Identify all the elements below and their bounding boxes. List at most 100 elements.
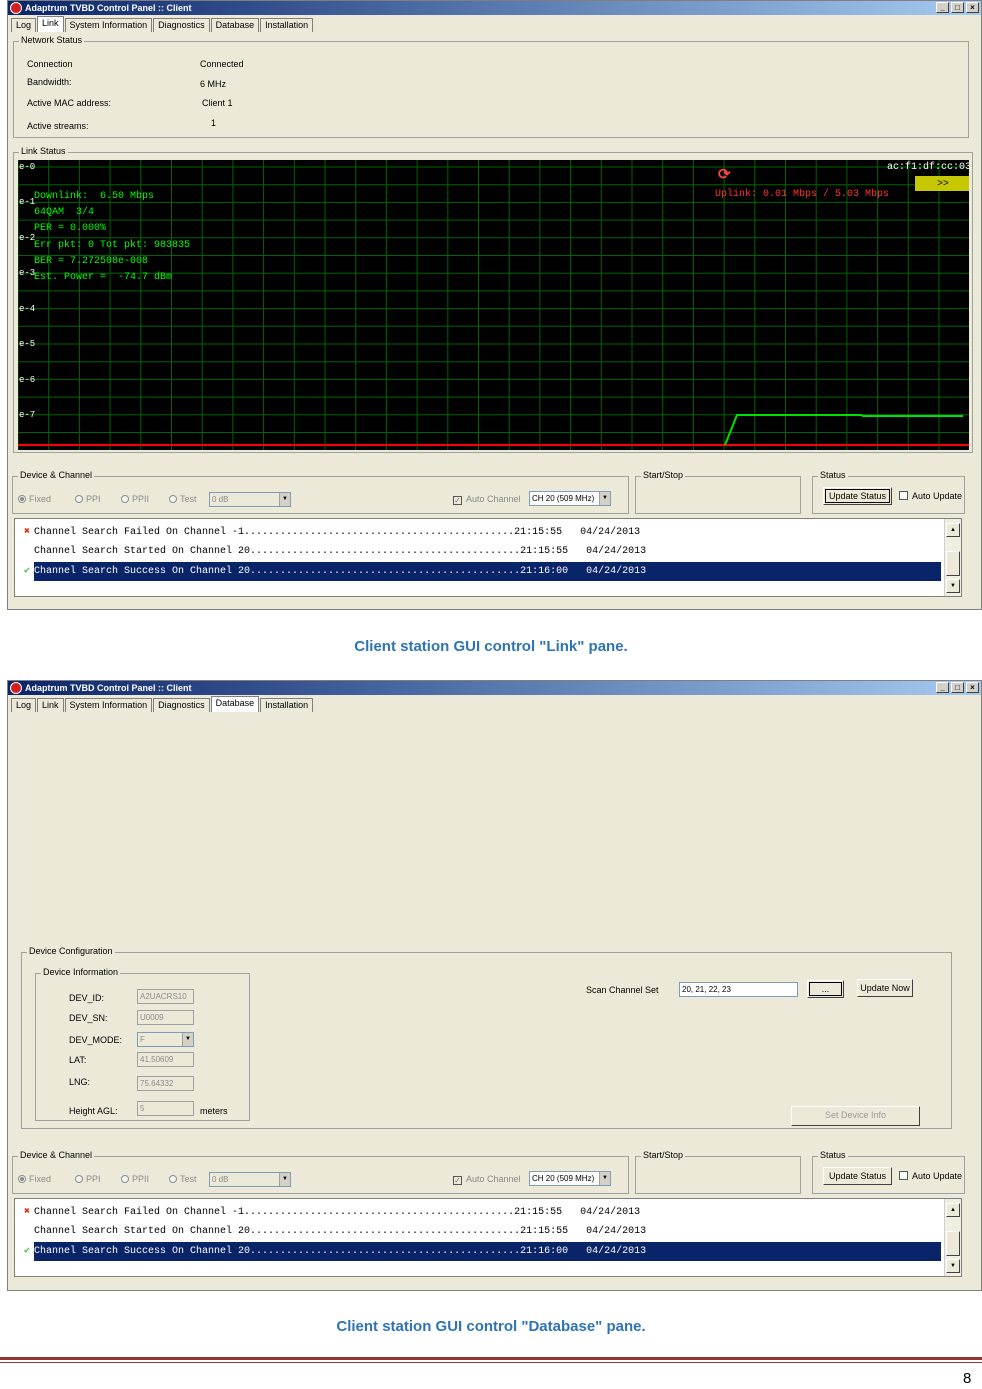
mac-readout: ac:f1:df:cc:03:63 bbox=[887, 162, 969, 173]
minimize-button[interactable]: _ bbox=[936, 682, 949, 693]
dev-mode-value: F bbox=[140, 1035, 145, 1044]
test-level-value: 0 dB bbox=[212, 495, 229, 504]
tab-database[interactable]: Database bbox=[210, 18, 260, 32]
log-row[interactable]: Channel Search Started On Channel 20....… bbox=[20, 542, 941, 561]
link-pane-caption: Client station GUI control "Link" pane. bbox=[354, 638, 628, 655]
tab-database[interactable]: Database bbox=[210, 696, 260, 712]
auto-channel-check: ✓ bbox=[453, 496, 462, 505]
dev-sn-field[interactable]: U0009 bbox=[137, 1010, 194, 1025]
tab-system-information[interactable]: System Information bbox=[64, 18, 153, 32]
mac-address-value: Client 1 bbox=[202, 98, 233, 108]
radio-ppi[interactable]: PPI bbox=[75, 494, 101, 504]
auto-update-checkbox[interactable]: Auto Update bbox=[899, 1171, 962, 1181]
radio-fixed[interactable]: Fixed bbox=[18, 1174, 51, 1184]
tab-log[interactable]: Log bbox=[11, 18, 37, 32]
channel-value: CH 20 (509 MHz) bbox=[532, 1174, 595, 1183]
minimize-button[interactable]: _ bbox=[936, 2, 949, 13]
tab-diagnostics[interactable]: Diagnostics bbox=[153, 698, 210, 712]
log-scrollbar[interactable]: ▲ ▼ bbox=[944, 1199, 961, 1276]
test-level-select[interactable]: 0 dB ▼ bbox=[209, 492, 291, 507]
log-row[interactable]: Channel Search Started On Channel 20....… bbox=[20, 1222, 941, 1241]
radio-ppii-label: PPII bbox=[132, 494, 150, 504]
scroll-down-icon[interactable]: ▼ bbox=[946, 579, 960, 593]
radio-fixed[interactable]: Fixed bbox=[18, 494, 51, 504]
tab-link[interactable]: Link bbox=[37, 16, 64, 32]
device-information-group: Device Information DEV_ID: A2UACRS10 DEV… bbox=[35, 967, 250, 1121]
lng-field[interactable]: 75.64332 bbox=[137, 1076, 194, 1091]
auto-update-checkbox[interactable]: Auto Update bbox=[899, 491, 962, 501]
y-tick: e-0 bbox=[19, 162, 36, 172]
window-title: Adaptrum TVBD Control Panel :: Client bbox=[25, 3, 192, 13]
device-channel-legend: Device & Channel bbox=[18, 470, 95, 480]
tab-installation[interactable]: Installation bbox=[260, 698, 314, 712]
auto-channel-checkbox[interactable]: ✓ Auto Channel bbox=[453, 1174, 521, 1185]
log-row[interactable]: ✖ Channel Search Failed On Channel -1....… bbox=[20, 1203, 941, 1222]
maximize-button[interactable]: □ bbox=[951, 682, 964, 693]
close-button[interactable]: × bbox=[966, 682, 979, 693]
update-status-button[interactable]: Update Status bbox=[823, 487, 892, 505]
lat-label: LAT: bbox=[69, 1055, 87, 1065]
height-agl-field[interactable]: 5 bbox=[137, 1101, 194, 1116]
update-now-button[interactable]: Update Now bbox=[857, 979, 913, 997]
lat-field[interactable]: 41.50609 bbox=[137, 1052, 194, 1067]
channel-select[interactable]: CH 20 (509 MHz) ▼ bbox=[529, 1171, 611, 1186]
scroll-thumb[interactable] bbox=[946, 551, 960, 576]
log-text: Channel Search Failed On Channel -1.....… bbox=[34, 527, 641, 538]
chevron-down-icon: ▼ bbox=[279, 1173, 290, 1186]
radio-ppi[interactable]: PPI bbox=[75, 1174, 101, 1184]
log-row-selected[interactable]: ✔ Channel Search Success On Channel 20...… bbox=[20, 1242, 941, 1261]
maximize-button[interactable]: □ bbox=[951, 2, 964, 13]
log-row-selected[interactable]: ✔ Channel Search Success On Channel 20...… bbox=[20, 562, 941, 581]
tab-link[interactable]: Link bbox=[37, 698, 64, 712]
radio-fixed-dot bbox=[18, 1175, 26, 1183]
radio-ppii[interactable]: PPII bbox=[121, 1174, 149, 1184]
device-channel-legend: Device & Channel bbox=[18, 1150, 95, 1160]
link-status-legend: Link Status bbox=[19, 146, 68, 156]
tab-bar: Log Link System Information Diagnostics … bbox=[11, 696, 314, 712]
refresh-icon[interactable]: ⟳ bbox=[718, 165, 731, 183]
set-device-info-button[interactable]: Set Device Info bbox=[791, 1106, 920, 1126]
ber-value: BER = 7.272508e-008 bbox=[34, 255, 149, 267]
radio-ppi-dot bbox=[75, 495, 83, 503]
tab-system-information[interactable]: System Information bbox=[64, 698, 153, 712]
app-icon bbox=[10, 682, 22, 694]
update-status-button[interactable]: Update Status bbox=[823, 1167, 892, 1185]
close-button[interactable]: × bbox=[966, 2, 979, 13]
tab-installation[interactable]: Installation bbox=[260, 18, 314, 32]
scroll-up-icon[interactable]: ▲ bbox=[946, 523, 960, 537]
throughput-trace bbox=[724, 414, 963, 446]
dev-id-field[interactable]: A2UACRS10 bbox=[137, 989, 194, 1004]
network-status-legend: Network Status bbox=[19, 35, 85, 45]
log-row[interactable]: ✖ Channel Search Failed On Channel -1....… bbox=[20, 523, 941, 542]
check-icon: ✔ bbox=[20, 562, 34, 581]
radio-test[interactable]: Test bbox=[169, 1174, 197, 1184]
radio-test-label: Test bbox=[180, 1174, 197, 1184]
scroll-down-icon[interactable]: ▼ bbox=[946, 1259, 960, 1273]
channel-select[interactable]: CH 20 (509 MHz) ▼ bbox=[529, 491, 611, 506]
event-log-list[interactable]: ✖ Channel Search Failed On Channel -1....… bbox=[14, 518, 962, 597]
scroll-thumb[interactable] bbox=[946, 1231, 960, 1256]
browse-button[interactable]: ... bbox=[807, 980, 844, 998]
next-button[interactable]: >> bbox=[915, 176, 969, 191]
app-icon bbox=[10, 2, 22, 14]
link-status-group: Link Status e-0 e-1 e-2 e-3 e-4 e-5 e-6 … bbox=[13, 146, 973, 453]
scroll-up-icon[interactable]: ▲ bbox=[946, 1203, 960, 1217]
dev-mode-label: DEV_MODE: bbox=[69, 1035, 123, 1045]
log-scrollbar[interactable]: ▲ ▼ bbox=[944, 519, 961, 596]
dev-sn-label: DEV_SN: bbox=[69, 1013, 108, 1023]
dev-mode-select[interactable]: F ▼ bbox=[137, 1032, 194, 1047]
radio-ppii[interactable]: PPII bbox=[121, 494, 149, 504]
radio-test[interactable]: Test bbox=[169, 494, 197, 504]
status-legend: Status bbox=[818, 1150, 848, 1160]
event-log-list[interactable]: ✖ Channel Search Failed On Channel -1....… bbox=[14, 1198, 962, 1277]
radio-ppii-label: PPII bbox=[132, 1174, 150, 1184]
chevron-down-icon: ▼ bbox=[279, 493, 290, 506]
tab-log[interactable]: Log bbox=[11, 698, 37, 712]
tab-diagnostics[interactable]: Diagnostics bbox=[153, 18, 210, 32]
y-tick: e-1 bbox=[19, 197, 36, 207]
check-icon: ✔ bbox=[20, 1242, 34, 1261]
radio-ppi-dot bbox=[75, 1175, 83, 1183]
test-level-select[interactable]: 0 dB ▼ bbox=[209, 1172, 291, 1187]
auto-channel-checkbox[interactable]: ✓ Auto Channel bbox=[453, 494, 521, 505]
scan-channel-set-field[interactable]: 20, 21, 22, 23 bbox=[679, 982, 798, 997]
